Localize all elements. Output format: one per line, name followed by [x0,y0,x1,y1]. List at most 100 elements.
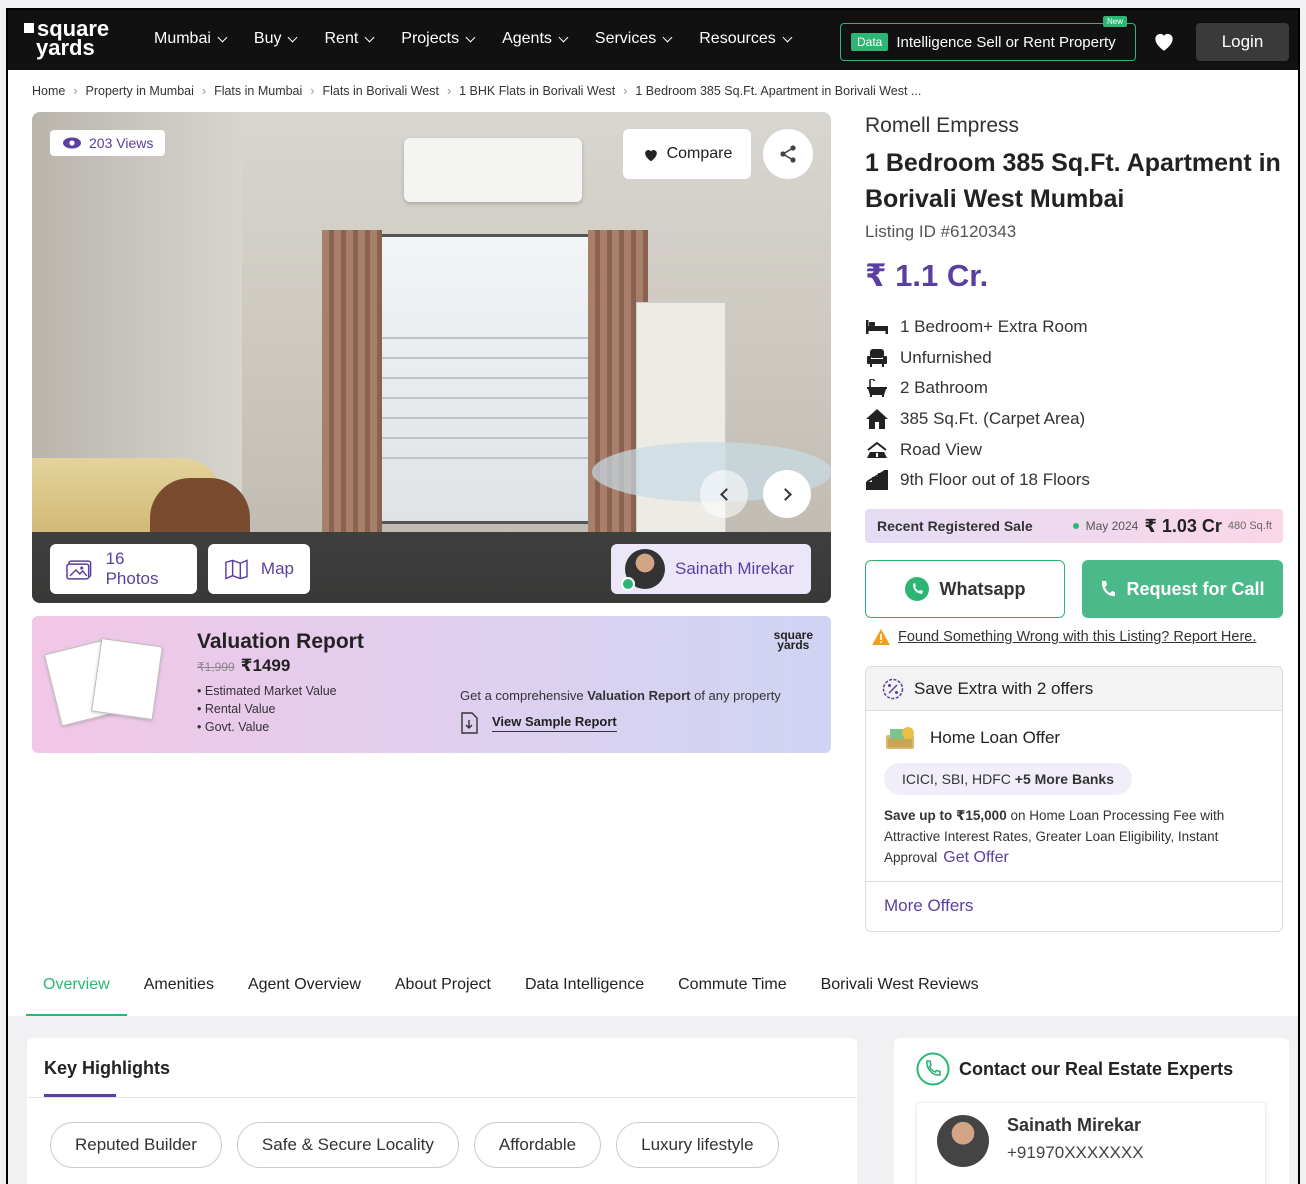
home-loan-offer-title: Home Loan Offer [884,725,1060,751]
chevron-down-icon [217,32,228,42]
breadcrumb-item[interactable]: Property in Mumbai › [86,84,215,98]
data-intelligence-label: Intelligence Sell or Rent Property [896,33,1116,51]
nav-mumbai[interactable]: Mumbai [154,30,228,48]
offers-panel: Save Extra with 2 offers Home Loan Offer… [865,666,1283,932]
login-button[interactable]: Login [1196,23,1289,61]
armchair-icon [865,348,889,368]
chevron-down-icon [465,32,476,42]
whatsapp-icon [905,577,930,601]
agent-name: Sainath Mirekar [1007,1115,1142,1135]
list-item: Govt. Value [197,720,337,734]
breadcrumb-current: 1 Bedroom 385 Sq.Ft. Apartment in Boriva… [635,84,922,98]
main-nav: Mumbai Buy Rent Projects Agents Services… [154,30,819,48]
previous-photo-button[interactable] [700,470,748,518]
breadcrumb-item[interactable]: Home › [32,84,86,98]
list-item: Unfurnished [865,343,1090,374]
contact-title: Contact our Real Estate Experts [916,1052,1233,1086]
offers-header: Save Extra with 2 offers [866,667,1282,711]
building-floor-icon [865,470,889,491]
listing-id: Listing ID #6120343 [865,222,1017,241]
partner-banks-badge[interactable]: ICICI, SBI, HDFC +5 More Banks [884,763,1133,795]
tab-amenities[interactable]: Amenities [127,954,231,1016]
page-frame: square yards Mumbai Buy Rent Projects Ag… [6,8,1300,1184]
discount-icon [882,678,904,699]
chevron-down-icon [364,32,375,42]
chevron-left-icon [719,487,733,501]
request-call-button[interactable]: Request for Call [1082,560,1283,618]
agent-phone: +91970XXXXXXX [1007,1143,1144,1162]
whatsapp-button[interactable]: Whatsapp [865,560,1065,618]
road-view-icon [865,440,889,460]
valuation-price: ₹1,999 ₹1499 [197,656,291,675]
avatar [937,1115,989,1167]
nav-rent[interactable]: Rent [324,30,375,48]
bed-icon [865,317,889,337]
more-offers-link[interactable]: More Offers [866,881,1282,931]
compare-button[interactable]: Compare [623,129,751,179]
chevron-down-icon [558,32,569,42]
nav-services[interactable]: Services [595,30,673,48]
project-name[interactable]: Romell Empress [865,114,1019,138]
nav-projects[interactable]: Projects [401,30,476,48]
contact-experts-card: Contact our Real Estate Experts Sainath … [894,1038,1289,1184]
share-icon [780,145,796,163]
next-photo-button[interactable] [763,470,811,518]
list-item: 1 Bedroom+ Extra Room [865,312,1090,343]
page-title: 1 Bedroom 385 Sq.Ft. Apartment in Boriva… [865,149,1281,213]
list-item: Road View [865,434,1090,465]
section-tabs: Overview Amenities Agent Overview About … [8,954,1298,1016]
agent-contact-button[interactable]: Sainath Mirekar [611,544,811,594]
tab-agent-overview[interactable]: Agent Overview [231,954,378,1016]
nav-buy[interactable]: Buy [254,30,298,48]
chevron-down-icon [782,32,793,42]
tab-data-intelligence[interactable]: Data Intelligence [508,954,661,1016]
top-header: square yards Mumbai Buy Rent Projects Ag… [8,10,1298,70]
photos-button[interactable]: 16 Photos [50,544,197,594]
list-item: 2 Bathroom [865,373,1090,404]
nav-resources[interactable]: Resources [699,30,793,48]
data-intelligence-button[interactable]: Data Intelligence Sell or Rent Property … [840,16,1136,61]
tab-about-project[interactable]: About Project [378,954,508,1016]
status-dot [1072,523,1079,529]
chevron-right-icon [778,487,792,501]
valuation-features: Estimated Market Value Rental Value Govt… [197,684,337,738]
phone-icon [916,1052,950,1086]
valuation-title: Valuation Report [197,630,364,653]
tab-commute-time[interactable]: Commute Time [661,954,803,1016]
list-item: 385 Sq.Ft. (Carpet Area) [865,404,1090,435]
home-icon [865,409,889,430]
list-item: Estimated Market Value [197,684,337,698]
home-loan-description: Save up to ₹15,000 on Home Loan Processi… [884,808,1225,866]
view-sample-report-link[interactable]: View Sample Report [460,712,617,734]
download-document-icon [461,712,478,734]
valuation-report-banner[interactable]: Valuation Report ₹1,999₹1499 Estimated M… [32,616,831,753]
tab-reviews[interactable]: Borivali West Reviews [804,954,996,1016]
recent-registered-sale[interactable]: Recent Registered Sale May 2024 ₹ 1.03 C… [865,509,1283,543]
highlight-chip: Reputed Builder [50,1122,222,1168]
breadcrumb-item[interactable]: 1 BHK Flats in Borivali West › [459,84,635,98]
heart-icon[interactable] [1151,28,1177,54]
chevron-down-icon [662,32,673,42]
key-highlights-card: Key Highlights Reputed Builder Safe & Se… [27,1038,857,1184]
nav-agents[interactable]: Agents [502,30,569,48]
breadcrumb-item[interactable]: Flats in Borivali West › [322,84,459,98]
property-features: 1 Bedroom+ Extra Room Unfurnished 2 Bath… [865,312,1090,496]
highlight-chips: Reputed Builder Safe & Secure Locality A… [50,1122,779,1168]
get-offer-link[interactable]: Get Offer [943,849,1009,866]
tab-overview[interactable]: Overview [26,954,127,1016]
report-listing-link[interactable]: Found Something Wrong with this Listing?… [872,629,1256,645]
views-badge: 203 Views [50,130,166,156]
property-photo-gallery[interactable]: 203 Views Compare 16 Photos Map Sainath … [32,112,831,603]
eye-icon [63,137,81,149]
breadcrumb-item[interactable]: Flats in Mumbai › [214,84,322,98]
map-icon [225,559,248,580]
share-button[interactable] [763,129,813,179]
air-conditioner-photo-detail [404,138,582,202]
bathtub-icon [865,378,889,398]
square-yards-logo: square yards [773,628,813,652]
map-button[interactable]: Map [208,544,310,594]
agent-card[interactable]: Sainath Mirekar +91970XXXXXXX [916,1102,1266,1184]
data-badge: Data [851,33,889,51]
photo-album-icon [66,560,92,580]
square-yards-logo[interactable]: square yards [24,18,109,59]
